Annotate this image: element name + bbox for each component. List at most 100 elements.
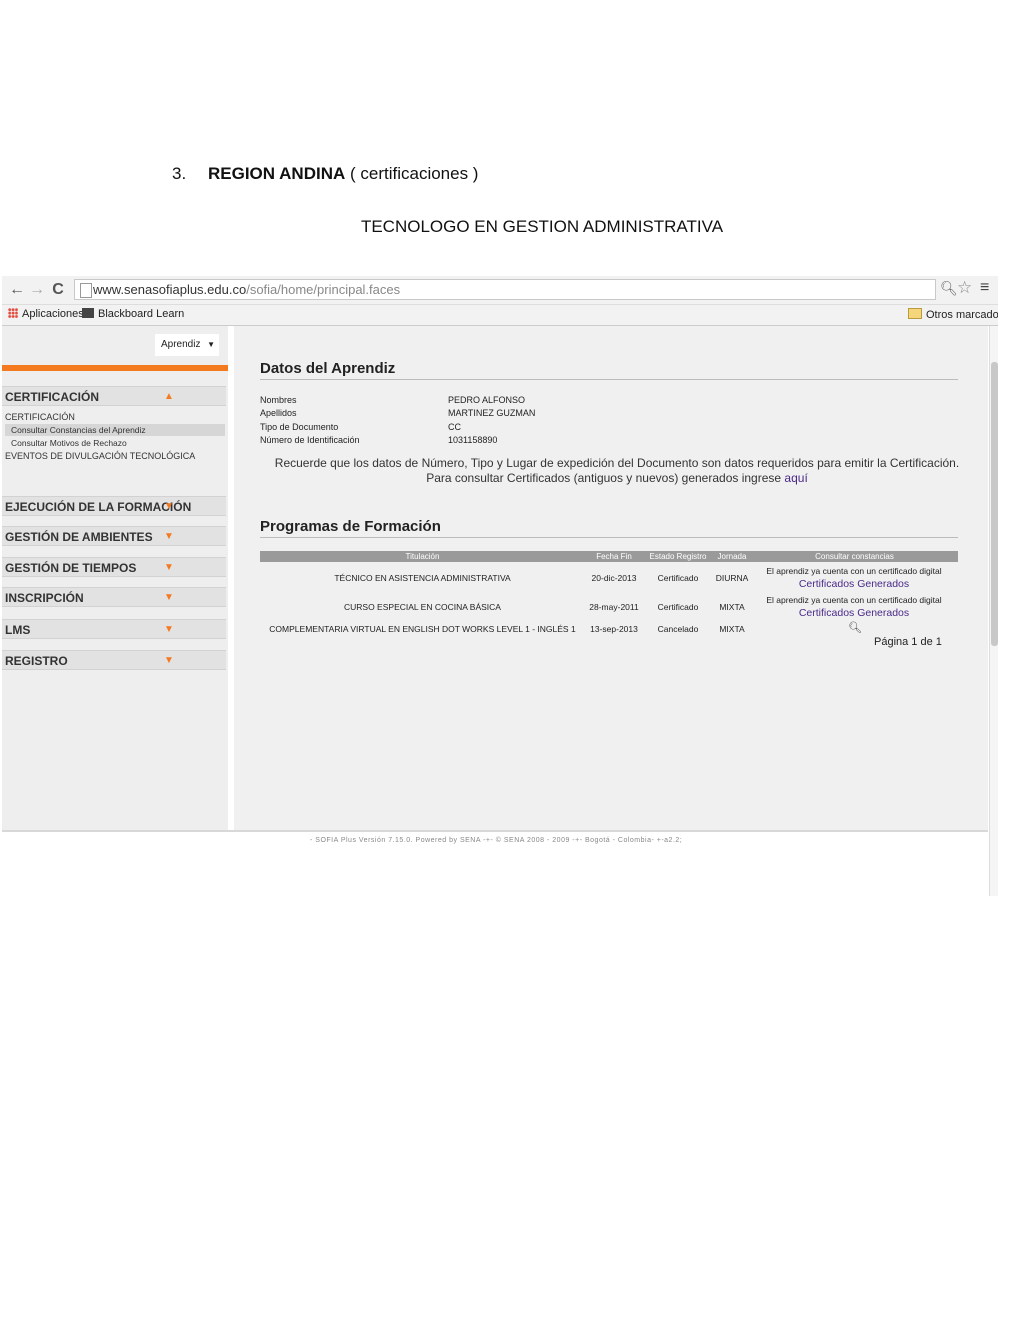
- bookmark-other-label: Otros marcadores: [926, 309, 998, 321]
- bookmark-blackboard-label: Blackboard Learn: [98, 308, 185, 320]
- cell-jornada: DIURNA: [715, 573, 749, 583]
- cell-titulacion: CURSO ESPECIAL EN COCINA BÁSICA: [344, 602, 501, 612]
- datos-title: Datos del Aprendiz: [260, 360, 396, 377]
- menu-tiempos[interactable]: GESTIÓN DE TIEMPOS ▼: [2, 557, 226, 577]
- url-main: www.senasofiaplus.edu.co: [93, 282, 247, 297]
- expand-arrow-icon: ▼: [164, 531, 174, 542]
- bookmark-other[interactable]: Otros marcadores: [908, 308, 998, 321]
- heading-rest: ( certificaciones ): [345, 164, 479, 183]
- value-identificacion: 1031158890: [448, 435, 498, 445]
- label-apellidos: Apellidos: [260, 408, 297, 418]
- browser-screenshot: ← → C www.senasofiaplus.edu.co/sofia/hom…: [2, 276, 998, 896]
- cell-estado: Certificado: [657, 573, 699, 583]
- submenu-motivos-rechazo[interactable]: Consultar Motivos de Rechazo: [11, 438, 127, 448]
- back-icon[interactable]: ←: [8, 280, 26, 300]
- page-icon: [80, 283, 92, 298]
- url-field[interactable]: www.senasofiaplus.edu.co/sofia/home/prin…: [74, 279, 936, 300]
- cell-note: El aprendiz ya cuenta con un certificado…: [766, 595, 942, 605]
- menu-icon[interactable]: ≡: [980, 279, 989, 297]
- menu-ambientes[interactable]: GESTIÓN DE AMBIENTES ▼: [2, 526, 226, 546]
- menu-certificacion[interactable]: CERTIFICACIÓN ▲: [2, 386, 226, 406]
- pager: Página 1 de 1: [874, 636, 942, 648]
- expand-arrow-icon: ▼: [164, 624, 174, 635]
- cell-titulacion: TÉCNICO EN ASISTENCIA ADMINISTRATIVA: [334, 573, 511, 583]
- heading-number: 3.: [172, 164, 187, 183]
- url-text: www.senasofiaplus.edu.co/sofia/home/prin…: [93, 282, 400, 297]
- programas-rule: [260, 537, 958, 538]
- folder-icon: [908, 308, 922, 319]
- cell-fecha: 28-may-2011: [589, 602, 639, 612]
- collapse-arrow-icon: ▲: [164, 391, 174, 402]
- cell-note: El aprendiz ya cuenta con un certificado…: [766, 566, 942, 576]
- th-consultar: Consultar constancias: [815, 552, 894, 561]
- bookmark-blackboard[interactable]: Blackboard Learn: [82, 308, 184, 320]
- menu-registro[interactable]: REGISTRO ▼: [2, 650, 226, 670]
- menu-lms-label: LMS: [5, 623, 31, 637]
- cell-fecha: 13-sep-2013: [590, 624, 638, 634]
- th-titulacion: Titulación: [405, 552, 440, 561]
- menu-ambientes-label: GESTIÓN DE AMBIENTES: [5, 530, 153, 544]
- table-header: Titulación Fecha Fin Estado Registro Jor…: [260, 551, 958, 562]
- submenu-consultar-constancias[interactable]: Consultar Constancias del Aprendiz: [11, 425, 146, 435]
- footer-text: - SOFIA Plus Versión 7.15.0. Powered by …: [310, 837, 683, 844]
- apps-icon: [8, 308, 18, 318]
- expand-arrow-icon: ▼: [164, 655, 174, 666]
- label-tipo-documento: Tipo de Documento: [260, 422, 339, 432]
- label-identificacion: Número de Identificación: [260, 435, 360, 445]
- expand-arrow-icon: ▼: [164, 501, 174, 512]
- accent-bar: [2, 365, 228, 371]
- document-heading: 3. REGION ANDINA ( certificaciones ): [172, 164, 478, 184]
- url-path: /sofia/home/principal.faces: [246, 282, 401, 297]
- datos-rule: [260, 379, 958, 380]
- menu-registro-label: REGISTRO: [5, 654, 68, 668]
- submenu-heading: CERTIFICACIÓN: [5, 412, 75, 422]
- zoom-icon[interactable]: 🔍︎: [940, 280, 958, 297]
- cell-jornada: MIXTA: [719, 602, 745, 612]
- value-nombres: PEDRO ALFONSO: [448, 395, 526, 405]
- menu-tiempos-label: GESTIÓN DE TIEMPOS: [5, 561, 137, 575]
- notice-body: Recuerde que los datos de Número, Tipo y…: [274, 456, 960, 485]
- certificados-link[interactable]: Certificados Generados: [754, 607, 954, 619]
- star-icon[interactable]: ☆: [957, 278, 972, 298]
- bookmark-apps-label: Aplicaciones: [22, 308, 84, 320]
- menu-lms[interactable]: LMS ▼: [2, 619, 226, 639]
- th-estado: Estado Registro: [649, 552, 707, 561]
- bookmarks-bar: Aplicaciones Blackboard Learn Otros marc…: [2, 305, 998, 326]
- cell-estado: Cancelado: [657, 624, 699, 634]
- forward-icon[interactable]: →: [28, 280, 46, 300]
- programas-title: Programas de Formación: [260, 518, 441, 535]
- role-select[interactable]: Aprendiz ▼: [155, 334, 219, 356]
- address-bar-row: ← → C www.senasofiaplus.edu.co/sofia/hom…: [2, 276, 998, 305]
- value-tipo-documento: CC: [448, 422, 461, 432]
- label-nombres: Nombres: [260, 395, 297, 405]
- cell-fecha: 20-dic-2013: [591, 573, 637, 583]
- expand-arrow-icon: ▼: [164, 592, 174, 603]
- dropdown-arrow-icon: ▼: [207, 340, 215, 349]
- certificados-link[interactable]: Certificados Generados: [754, 578, 954, 590]
- scrollbar-thumb[interactable]: [991, 362, 998, 646]
- role-value: Aprendiz: [161, 339, 201, 350]
- th-fecha-fin: Fecha Fin: [596, 552, 632, 561]
- value-apellidos: MARTINEZ GUZMAN: [448, 408, 536, 418]
- cell-titulacion: COMPLEMENTARIA VIRTUAL EN ENGLISH DOT WO…: [269, 624, 576, 634]
- menu-ejecucion[interactable]: EJECUCIÓN DE LA FORMACIÓN ▼: [2, 496, 226, 516]
- footer: - SOFIA Plus Versión 7.15.0. Powered by …: [2, 830, 988, 896]
- th-jornada: Jornada: [717, 552, 747, 561]
- submenu-eventos[interactable]: EVENTOS DE DIVULGACIÓN TECNOLÓGICA: [5, 451, 195, 461]
- scrollbar[interactable]: [989, 326, 998, 896]
- heading-bold: REGION ANDINA: [208, 164, 346, 183]
- document-subtitle: TECNOLOGO EN GESTION ADMINISTRATIVA: [360, 217, 724, 236]
- menu-inscripcion-label: INSCRIPCIÓN: [5, 591, 84, 605]
- cell-jornada: MIXTA: [719, 624, 745, 634]
- menu-inscripcion[interactable]: INSCRIPCIÓN ▼: [2, 587, 226, 607]
- search-icon[interactable]: 🔍︎: [848, 621, 862, 634]
- expand-arrow-icon: ▼: [164, 562, 174, 573]
- notice-link[interactable]: aquí: [784, 471, 807, 485]
- bookmark-apps[interactable]: Aplicaciones: [8, 308, 84, 320]
- reload-icon[interactable]: C: [49, 280, 67, 300]
- main-content: Datos del Aprendiz Nombres PEDRO ALFONSO…: [234, 326, 988, 830]
- sidebar: Aprendiz ▼ CERTIFICACIÓN ▲ CERTIFICACIÓN C…: [2, 326, 228, 830]
- blackboard-icon: [82, 308, 94, 318]
- cell-estado: Certificado: [657, 602, 699, 612]
- notice-text: Recuerde que los datos de Número, Tipo y…: [272, 456, 962, 486]
